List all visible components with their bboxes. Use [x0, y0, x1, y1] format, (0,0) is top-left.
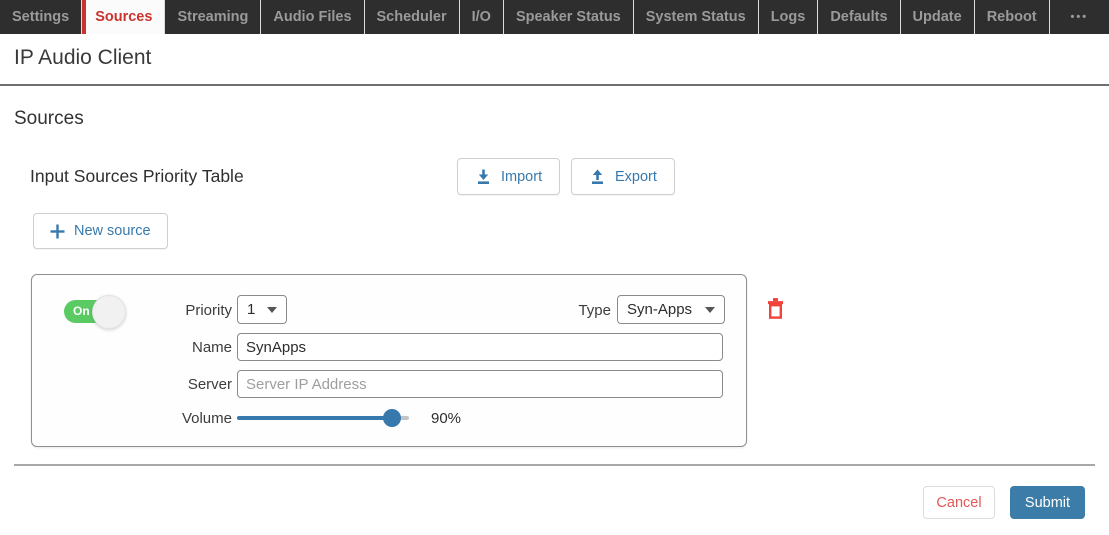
top-nav: Settings Sources Streaming Audio Files S… — [0, 0, 1109, 34]
tab-io[interactable]: I/O — [460, 0, 504, 34]
export-button[interactable]: Export — [571, 158, 675, 195]
tab-reboot[interactable]: Reboot — [975, 0, 1050, 34]
trash-icon — [765, 297, 786, 320]
volume-label: Volume — [72, 410, 232, 427]
import-button-label: Import — [501, 169, 542, 185]
sources-section-heading: Sources — [14, 108, 84, 130]
cancel-button[interactable]: Cancel — [923, 486, 995, 519]
priority-select[interactable]: 1 — [237, 295, 287, 324]
tab-system-status[interactable]: System Status — [634, 0, 759, 34]
plus-icon — [50, 224, 65, 239]
tab-logs[interactable]: Logs — [759, 0, 819, 34]
server-input[interactable] — [237, 370, 723, 398]
tab-settings[interactable]: Settings — [0, 0, 82, 34]
tab-audio-files[interactable]: Audio Files — [261, 0, 364, 34]
tab-speaker-status[interactable]: Speaker Status — [504, 0, 634, 34]
priority-select-value: 1 — [247, 301, 255, 318]
type-select[interactable]: Syn-Apps — [617, 295, 725, 324]
ip-audio-client-app: Settings Sources Streaming Audio Files S… — [0, 0, 1109, 535]
source-card: On Priority 1 Type Syn-Apps Name Server … — [31, 274, 747, 447]
tab-scheduler[interactable]: Scheduler — [365, 0, 460, 34]
type-select-value: Syn-Apps — [627, 301, 692, 318]
import-button[interactable]: Import — [457, 158, 560, 195]
upload-icon — [589, 168, 606, 185]
new-source-button[interactable]: New source — [33, 213, 168, 249]
tab-sources[interactable]: Sources — [82, 0, 165, 34]
download-icon — [475, 168, 492, 185]
page-title: IP Audio Client — [14, 46, 151, 70]
chevron-down-icon — [267, 307, 277, 313]
priority-label: Priority — [72, 302, 232, 319]
name-input[interactable] — [237, 333, 723, 361]
volume-slider-knob[interactable] — [383, 409, 401, 427]
footer-divider — [14, 464, 1095, 466]
tab-update[interactable]: Update — [901, 0, 975, 34]
submit-button[interactable]: Submit — [1010, 486, 1085, 519]
type-label: Type — [521, 302, 611, 319]
volume-slider-fill — [237, 416, 392, 420]
new-source-button-label: New source — [74, 223, 151, 239]
input-sources-table-title: Input Sources Priority Table — [30, 166, 244, 187]
volume-slider[interactable] — [237, 416, 409, 420]
tab-more[interactable]: ••• — [1050, 0, 1109, 34]
delete-source-button[interactable] — [761, 294, 789, 322]
volume-value: 90% — [431, 410, 461, 427]
chevron-down-icon — [705, 307, 715, 313]
server-label: Server — [72, 376, 232, 393]
export-button-label: Export — [615, 169, 657, 185]
tab-streaming[interactable]: Streaming — [165, 0, 261, 34]
name-label: Name — [72, 339, 232, 356]
header-divider — [0, 84, 1109, 86]
tab-defaults[interactable]: Defaults — [818, 0, 900, 34]
